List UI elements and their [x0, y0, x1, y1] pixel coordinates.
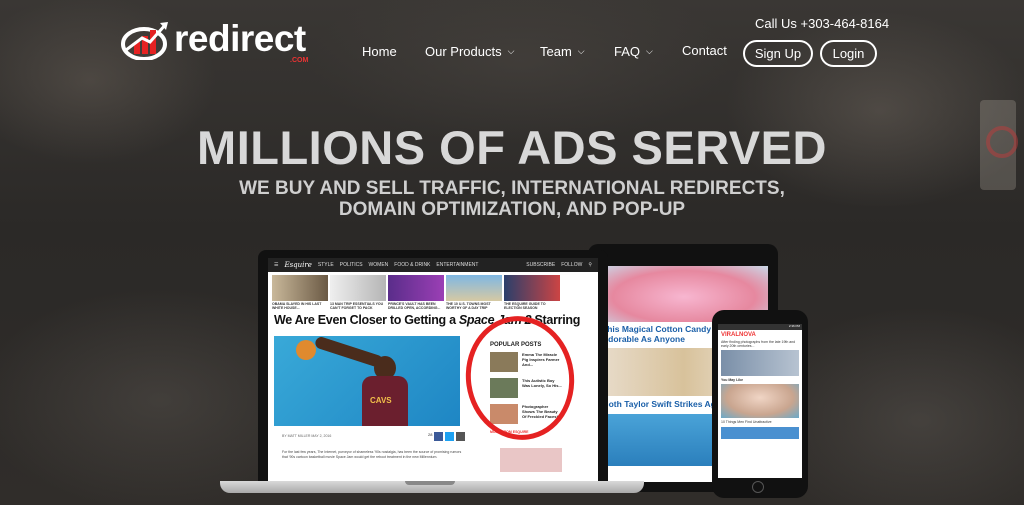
article-byline: BY MATT MILLER MAY 2, 2016: [282, 434, 332, 438]
site-nav-politics: POLITICS: [339, 262, 363, 268]
share-buttons: 28: [428, 432, 466, 441]
phone-banner: [721, 427, 799, 439]
site-nav-women: WOMEN: [368, 262, 389, 268]
login-button[interactable]: Login: [820, 40, 877, 67]
phone-screen: 2:36 PM VIRALNOVA After finding photogra…: [718, 324, 802, 478]
hero-subtitle-line-1: WE BUY AND SELL TRAFFIC, INTERNATIONAL R…: [239, 178, 785, 199]
hero-subtitle-line-2: DOMAIN OPTIMIZATION, AND POP-UP: [338, 199, 686, 220]
thumbnail-caption: 13 MAN TRIP ESSENTIALS YOU CAN'T FORGET …: [330, 302, 384, 310]
thumbnail-image: [388, 275, 444, 301]
basketball-icon: [296, 340, 316, 360]
phone-section-label: You May Like: [721, 378, 744, 382]
nav-contact[interactable]: Contact: [682, 43, 727, 58]
hero-subtitle: WE BUY AND SELL TRAFFIC, INTERNATIONAL R…: [0, 178, 1024, 220]
nav-home[interactable]: Home: [362, 44, 397, 59]
search-icon: ⚲: [588, 262, 592, 268]
thumbnail-image: [330, 275, 386, 301]
phone-site-logo: VIRALNOVA: [721, 332, 756, 338]
nav-our-products-label: Our Products: [425, 44, 502, 59]
laptop-notch: [405, 481, 455, 485]
laptop-website: ☰ Esquire STYLE POLITICS WOMEN FOOD & DR…: [268, 258, 598, 482]
site-nav-subscribe: SUBSCRIBE: [526, 262, 556, 268]
article-hero-image: CAVS: [274, 336, 460, 426]
thumbnail-caption: OBAMA SLAYED IN HIS LAST WHITE HOUSE...: [272, 302, 322, 310]
laptop-device: ☰ Esquire STYLE POLITICS WOMEN FOOD & DR…: [258, 250, 608, 482]
chevron-down-icon: ⌵: [577, 46, 585, 56]
thumbnail-image: [272, 275, 328, 301]
caption-row: OBAMA SLAYED IN HIS LAST WHITE HOUSE... …: [268, 301, 598, 311]
phone-ad-text: 10 Things Men Find Unattractive: [721, 420, 772, 424]
jersey-text: CAVS: [370, 396, 392, 405]
thumbnail-caption: PRINCE'S VAULT HAS BEEN DRILLED OPEN, AC…: [388, 302, 441, 310]
chevron-down-icon: ⌵: [507, 46, 515, 56]
thumbnail-image: [504, 275, 560, 301]
phone-ad-image: [721, 384, 799, 418]
nav-team-label: Team: [540, 44, 572, 59]
nav-our-products[interactable]: Our Products ⌵: [425, 44, 514, 59]
nav-team[interactable]: Team ⌵: [540, 44, 585, 59]
nav-faq-label: FAQ: [614, 44, 641, 59]
phone-article-text: After finding photographs from the late …: [721, 340, 796, 348]
nav-faq[interactable]: FAQ ⌵: [614, 44, 653, 59]
twitter-icon[interactable]: [445, 432, 455, 441]
email-icon[interactable]: [456, 432, 466, 441]
thumbnail-row: [268, 272, 598, 301]
menu-icon: ☰: [274, 262, 279, 268]
site-nav-entertainment: ENTERTAINMENT: [436, 262, 479, 268]
site-navbar: ☰ Esquire STYLE POLITICS WOMEN FOOD & DR…: [268, 258, 598, 272]
thumbnail-caption: THE 10 U.S. TOWNS MOST WORTHY OF A DAY T…: [446, 302, 491, 310]
nav-contact-label: Contact: [682, 43, 727, 58]
home-button-icon: [752, 481, 764, 493]
thumbnail-caption: THE ESQUIRE GUIDE TO ELECTION SEASON: [504, 302, 546, 310]
site-nav-food: FOOD & DRINK: [394, 262, 431, 268]
thumbnail-image: [446, 275, 502, 301]
side-ad-image: [500, 448, 562, 472]
site-brand: Esquire: [284, 261, 312, 269]
hero-title: MILLIONS OF ADS SERVED: [197, 121, 827, 174]
chevron-down-icon: ⌵: [646, 46, 653, 56]
site-nav-follow: FOLLOW: [561, 262, 583, 268]
site-nav-style: STYLE: [317, 262, 334, 268]
article-body: For the last few years, The Internet, pu…: [282, 450, 462, 459]
phone-number[interactable]: Call Us +303-464-8164: [755, 16, 889, 31]
article-headline-prefix: We Are Even Closer to Getting a: [274, 313, 459, 327]
share-count: 28: [428, 432, 433, 437]
phone-article-image: [721, 350, 799, 376]
facebook-icon[interactable]: [434, 432, 444, 441]
nav-home-label: Home: [362, 44, 397, 59]
sign-up-button[interactable]: Sign Up: [743, 40, 813, 67]
phone-device: 2:36 PM VIRALNOVA After finding photogra…: [712, 310, 808, 498]
